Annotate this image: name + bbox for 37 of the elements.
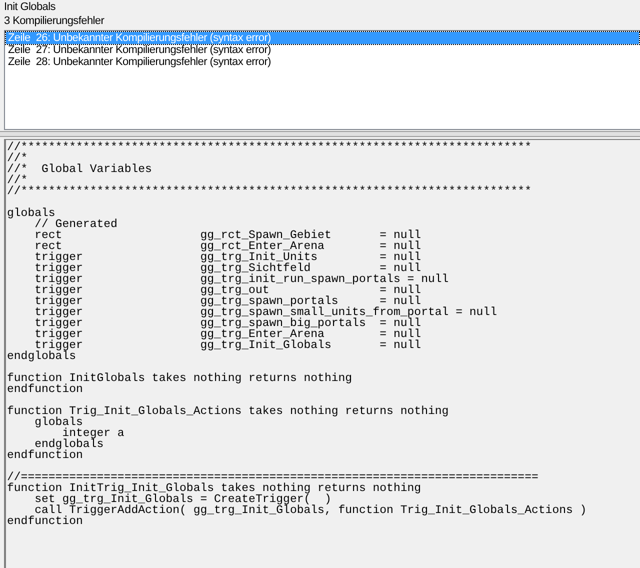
window-title: Init Globals — [3, 0, 56, 14]
error-count: 3 Kompilierungsfehler — [3, 14, 106, 28]
code-line: endglobals — [34, 439, 104, 450]
code-line: rect gg_rct_Enter_Arena = null — [34, 241, 422, 252]
code-line: //* Global Variables — [7, 164, 153, 175]
error-list[interactable]: Zeile 26: Unbekannter Kompilierungsfehler (syntax error) Zeile 27: Unbekannter Kompilierungsfehler (syntax error) Zeile 28: Unbekannter Kompilierungsfehler (syntax error) — [4, 30, 640, 130]
code-line: trigger gg_trg_Sichtfeld = null — [34, 263, 422, 274]
code-line: trigger gg_trg_init_run_spawn_portals = null — [34, 274, 450, 285]
code-line: trigger gg_trg_spawn_portals = null — [34, 296, 422, 307]
code-line: //* — [7, 153, 29, 164]
code-line: integer a — [62, 428, 126, 439]
code-line: endglobals — [7, 351, 76, 362]
code-line: trigger gg_trg_out = null — [34, 285, 422, 296]
code-line: //* — [7, 175, 28, 186]
code-editor[interactable] — [4, 139, 640, 568]
code-line: call TriggerAddAction( gg_trg_Init_Globals, function Trig_Init_Globals_Actions ) — [34, 505, 588, 516]
code-line: endfunction — [7, 384, 84, 395]
code-line: trigger gg_trg_Init_Units = null — [34, 252, 422, 263]
code-line: set gg_trg_Init_Globals = CreateTrigger( ) — [34, 494, 332, 505]
code-line: //************************************************************************** — [7, 142, 532, 153]
code-line: globals — [34, 417, 83, 428]
error-item[interactable]: Zeile 27: Unbekannter Kompilierungsfehler (syntax error) — [6, 44, 639, 56]
code-line: endfunction — [7, 450, 83, 461]
code-line: trigger gg_trg_spawn_big_portals = null — [34, 318, 422, 329]
code-line: trigger gg_trg_spawn_small_units_from_portal = null — [34, 307, 498, 318]
error-item[interactable]: Zeile 28: Unbekannter Kompilierungsfehler (syntax error) — [6, 56, 639, 68]
code-line: //=========================================================================== — [7, 472, 540, 483]
code-line: trigger gg_trg_Init_Globals = null — [34, 340, 422, 351]
code-line: function InitTrig_Init_Globals takes nothing returns nothing — [7, 483, 422, 494]
code-line: endfunction — [7, 516, 83, 527]
code-line: function Trig_Init_Globals_Actions takes nothing returns nothing — [7, 406, 450, 417]
code-line: // Generated — [34, 219, 118, 230]
code-line: //************************************************************************** — [7, 186, 532, 197]
code-line: trigger gg_trg_Enter_Arena = null — [34, 329, 422, 340]
code-line: globals — [7, 208, 56, 219]
code-line: rect gg_rct_Spawn_Gebiet = null — [34, 230, 422, 241]
code-line: function InitGlobals takes nothing returns nothing — [7, 373, 354, 384]
